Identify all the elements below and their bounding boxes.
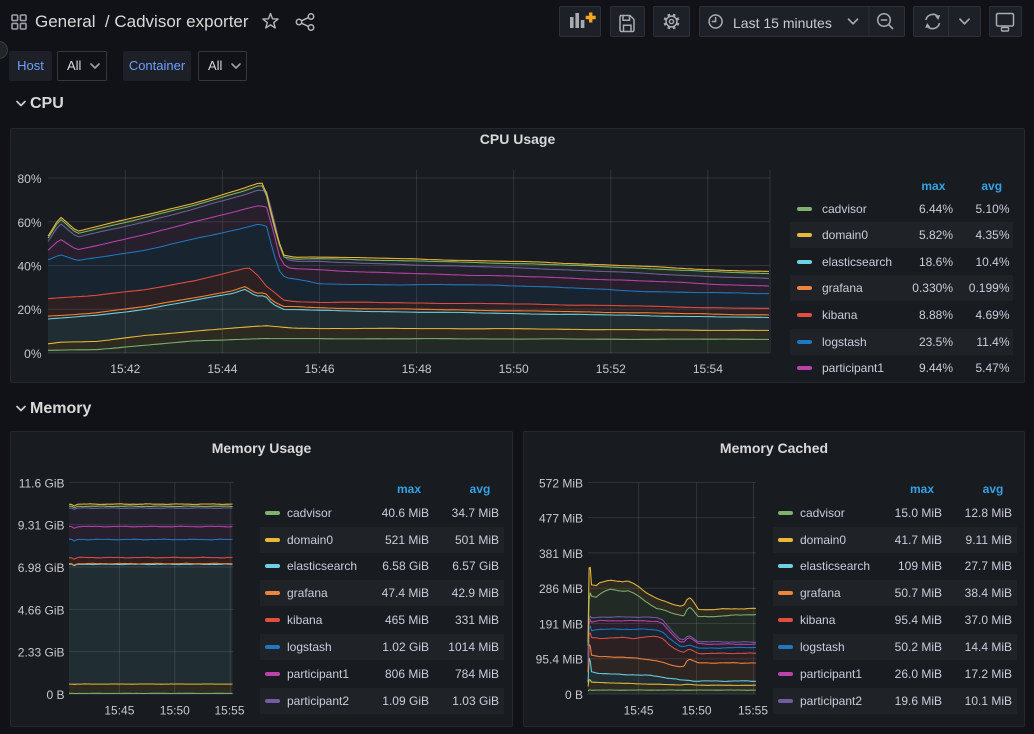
svg-text:15:55: 15:55 [214, 704, 244, 718]
svg-text:4.66 GiB: 4.66 GiB [18, 603, 65, 617]
svg-text:15:54: 15:54 [693, 362, 723, 376]
svg-text:0%: 0% [24, 347, 42, 361]
svg-text:15:45: 15:45 [104, 704, 134, 718]
svg-text:6.98 GiB: 6.98 GiB [18, 561, 65, 575]
svg-text:572 MiB: 572 MiB [539, 476, 583, 490]
svg-text:60%: 60% [17, 216, 41, 230]
svg-text:477 MiB: 477 MiB [539, 512, 583, 526]
svg-text:0 B: 0 B [46, 688, 64, 702]
svg-text:286 MiB: 286 MiB [539, 582, 583, 596]
svg-text:15:45: 15:45 [624, 704, 654, 718]
svg-text:191 MiB: 191 MiB [539, 618, 583, 632]
svg-text:15:50: 15:50 [682, 704, 712, 718]
svg-text:15:46: 15:46 [304, 362, 334, 376]
svg-text:9.31 GiB: 9.31 GiB [18, 519, 65, 533]
svg-text:40%: 40% [17, 260, 41, 274]
svg-text:11.6 GiB: 11.6 GiB [19, 476, 65, 490]
svg-text:15:52: 15:52 [596, 362, 626, 376]
svg-text:15:50: 15:50 [160, 704, 190, 718]
svg-text:95.4 MiB: 95.4 MiB [536, 653, 583, 667]
svg-text:20%: 20% [17, 303, 41, 317]
svg-text:0 B: 0 B [565, 688, 583, 702]
svg-text:15:42: 15:42 [110, 362, 140, 376]
svg-text:15:44: 15:44 [207, 362, 237, 376]
svg-text:381 MiB: 381 MiB [539, 547, 583, 561]
svg-text:15:55: 15:55 [738, 704, 768, 718]
svg-text:2.33 GiB: 2.33 GiB [18, 646, 65, 660]
svg-text:15:48: 15:48 [402, 362, 432, 376]
svg-text:80%: 80% [17, 172, 41, 186]
svg-text:15:50: 15:50 [499, 362, 529, 376]
